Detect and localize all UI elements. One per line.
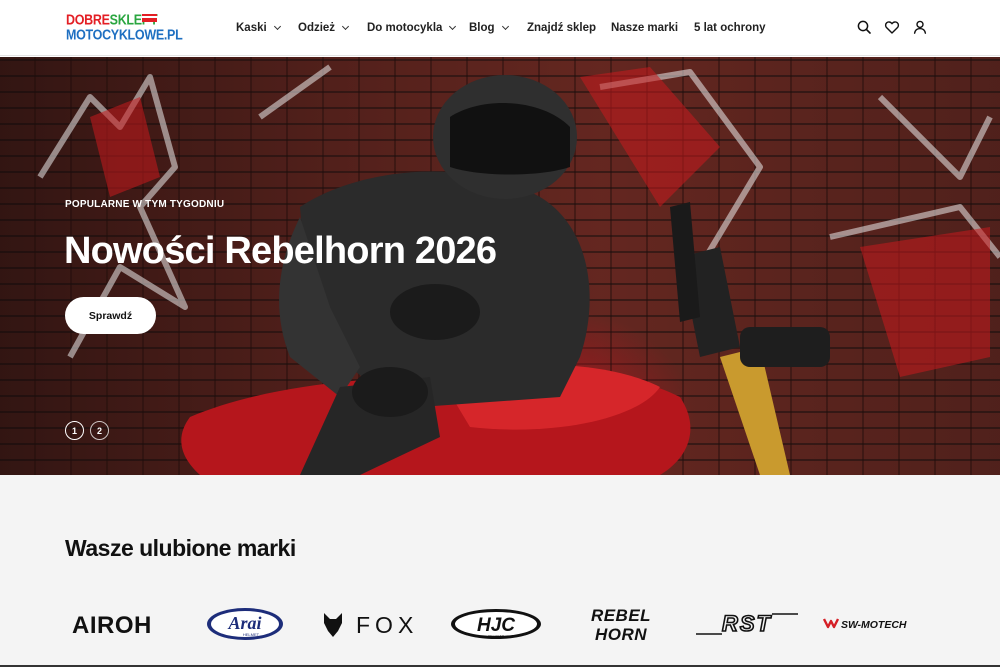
hero-cta-button[interactable]: Sprawdź [65,297,156,334]
nav-item-label: Znajdź sklep [527,22,597,34]
hero-tagline: POPULARNE W TYM TYGODNIU [65,199,225,210]
slide-dot-2[interactable]: 2 [90,421,109,440]
nav-item-label: Odzież [298,22,336,34]
site-logo[interactable]: DOBRESKLEPY MOTOCYKLOWE.PL [66,12,183,44]
brands-heading: Wasze ulubione marki [65,535,296,561]
nav-item-kaski[interactable]: Kaski [236,22,281,34]
nav-item-5-lat-ochrony[interactable]: 5 lat ochrony [694,22,766,34]
hero-title: Nowości Rebelhorn 2026 [64,230,497,272]
brand-logo-rst[interactable]: RST [692,603,802,645]
logo-word-motocyklowe: MOTOCYKLOWE.PL [66,27,183,44]
brand-logo-text: FOX [356,612,418,638]
chevron-down-icon [342,22,350,31]
nav-item-blog[interactable]: Blog [469,22,509,34]
nav-item-label: Kaski [236,22,267,34]
chevron-down-icon [273,22,281,31]
sw-motech-emblem-icon [822,618,840,629]
brand-logo-text: AIROH [72,612,152,639]
slide-dot-1[interactable]: 1 [65,421,84,440]
header-actions [856,19,928,35]
brand-logo-text: REBEL [591,606,651,625]
brand-logo-fox[interactable]: FOX [322,603,418,645]
fox-head-icon [324,613,342,637]
brand-logo-subtext: HELMET [243,632,260,637]
logo-word-dobre: DOBRE [66,12,110,29]
nav-item-label: Nasze marki [611,22,679,34]
slider-pagination: 1 2 [65,421,109,440]
brand-logo-text: SW-MOTECH [841,619,907,631]
site-header: DOBRESKLEPY MOTOCYKLOWE.PL Kaski Odzież … [0,0,1000,56]
chevron-down-icon [449,22,457,31]
nav-item-nasze-marki[interactable]: Nasze marki [611,22,678,34]
chevron-down-icon [501,22,509,31]
brand-logo-text: RST [722,611,772,636]
brand-logo-rebelhorn[interactable]: REBEL HORN [578,603,664,645]
search-icon[interactable] [856,19,872,35]
brand-logo-airoh[interactable]: AIROH [72,603,168,645]
brand-logo-sw-motech[interactable]: SW-MOTECH [822,603,922,645]
nav-item-label: Blog [469,22,495,34]
nav-item-znajdz-sklep[interactable]: Znajdź sklep [527,22,596,34]
brand-logo-text-2: HORN [595,625,647,643]
brand-logo-subtext: HELMETS [488,635,505,639]
nav-item-label: Do motocykla [367,22,443,34]
brand-logo-text: HJC [477,615,515,636]
brand-logo-arai[interactable]: Arai HELMET [205,603,285,645]
brands-section: Wasze ulubione marki AIROH Arai HELMET F… [0,475,1000,667]
flag-icon [142,14,157,22]
nav-item-do-motocykla[interactable]: Do motocykla [367,22,457,34]
brand-logo-text: Arai [227,613,261,633]
heart-icon[interactable] [884,19,900,35]
user-icon[interactable] [912,19,928,35]
brand-logo-hjc[interactable]: HJC HELMETS [449,603,543,645]
hero-slider: POPULARNE W TYM TYGODNIU Nowości Rebelho… [0,57,1000,475]
nav-item-label: 5 lat ochrony [694,22,766,34]
nav-item-odziez[interactable]: Odzież [298,22,350,34]
